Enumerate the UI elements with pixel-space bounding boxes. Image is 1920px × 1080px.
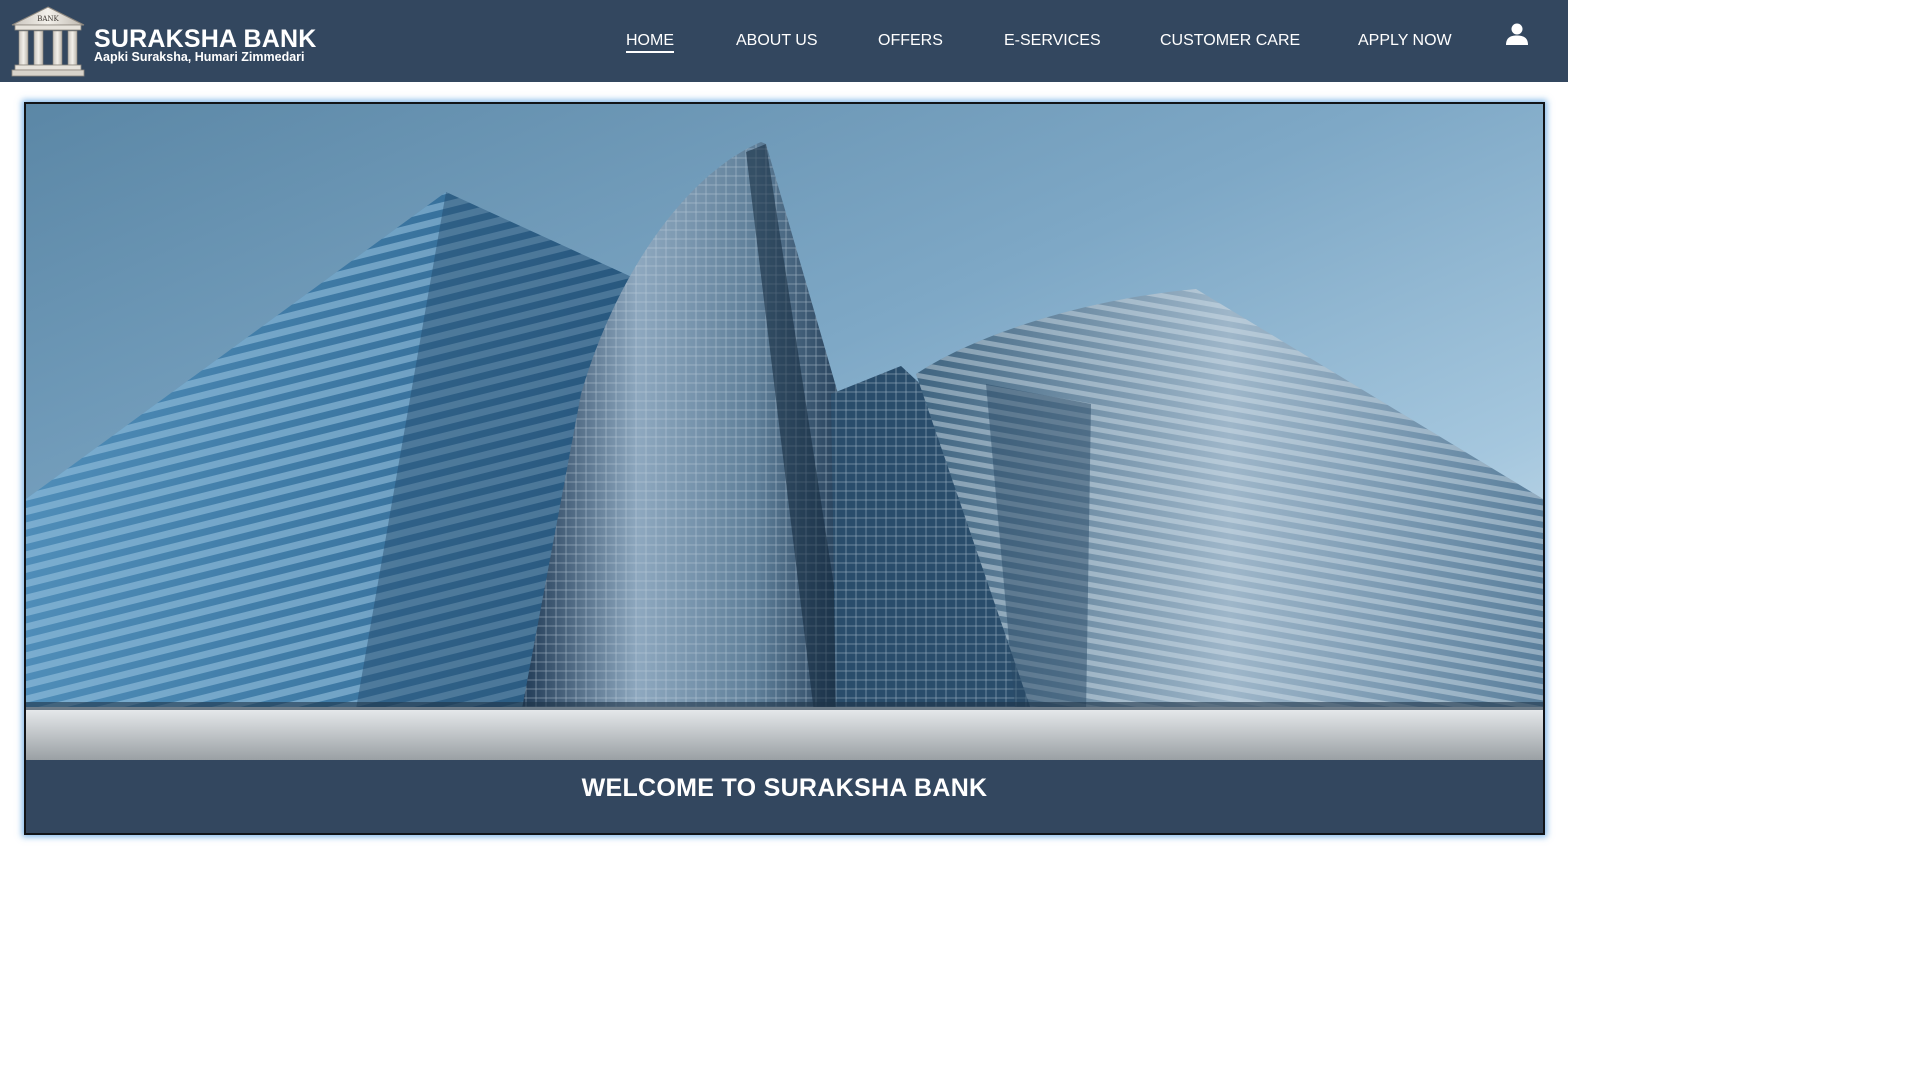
nav-home[interactable]: HOME <box>626 32 674 53</box>
nav-e-services[interactable]: E-SERVICES <box>1004 32 1101 50</box>
brand-name[interactable]: SURAKSHA BANK <box>94 27 317 52</box>
user-account-icon[interactable] <box>1506 23 1528 45</box>
nav-apply-now[interactable]: APPLY NOW <box>1358 32 1452 50</box>
bank-building-icon[interactable]: BANK <box>10 5 86 77</box>
welcome-heading: WELCOME TO SURAKSHA BANK <box>581 774 988 802</box>
nav-customer-care[interactable]: CUSTOMER CARE <box>1160 32 1300 50</box>
brand-tagline: Aapki Suraksha, Humari Zimmedari <box>94 50 305 64</box>
nav-offers[interactable]: OFFERS <box>878 32 943 50</box>
hero-caption-bar: WELCOME TO SURAKSHA BANK <box>26 760 1543 833</box>
logo-label: BANK <box>37 15 59 23</box>
glass-skyscrapers-image <box>26 104 1543 760</box>
nav-about-us[interactable]: ABOUT US <box>736 32 818 50</box>
top-navbar: BANK SURAKSHA BANK Aapki Suraksha, Humar… <box>0 0 1568 82</box>
hero-banner: WELCOME TO SURAKSHA BANK <box>24 102 1545 835</box>
